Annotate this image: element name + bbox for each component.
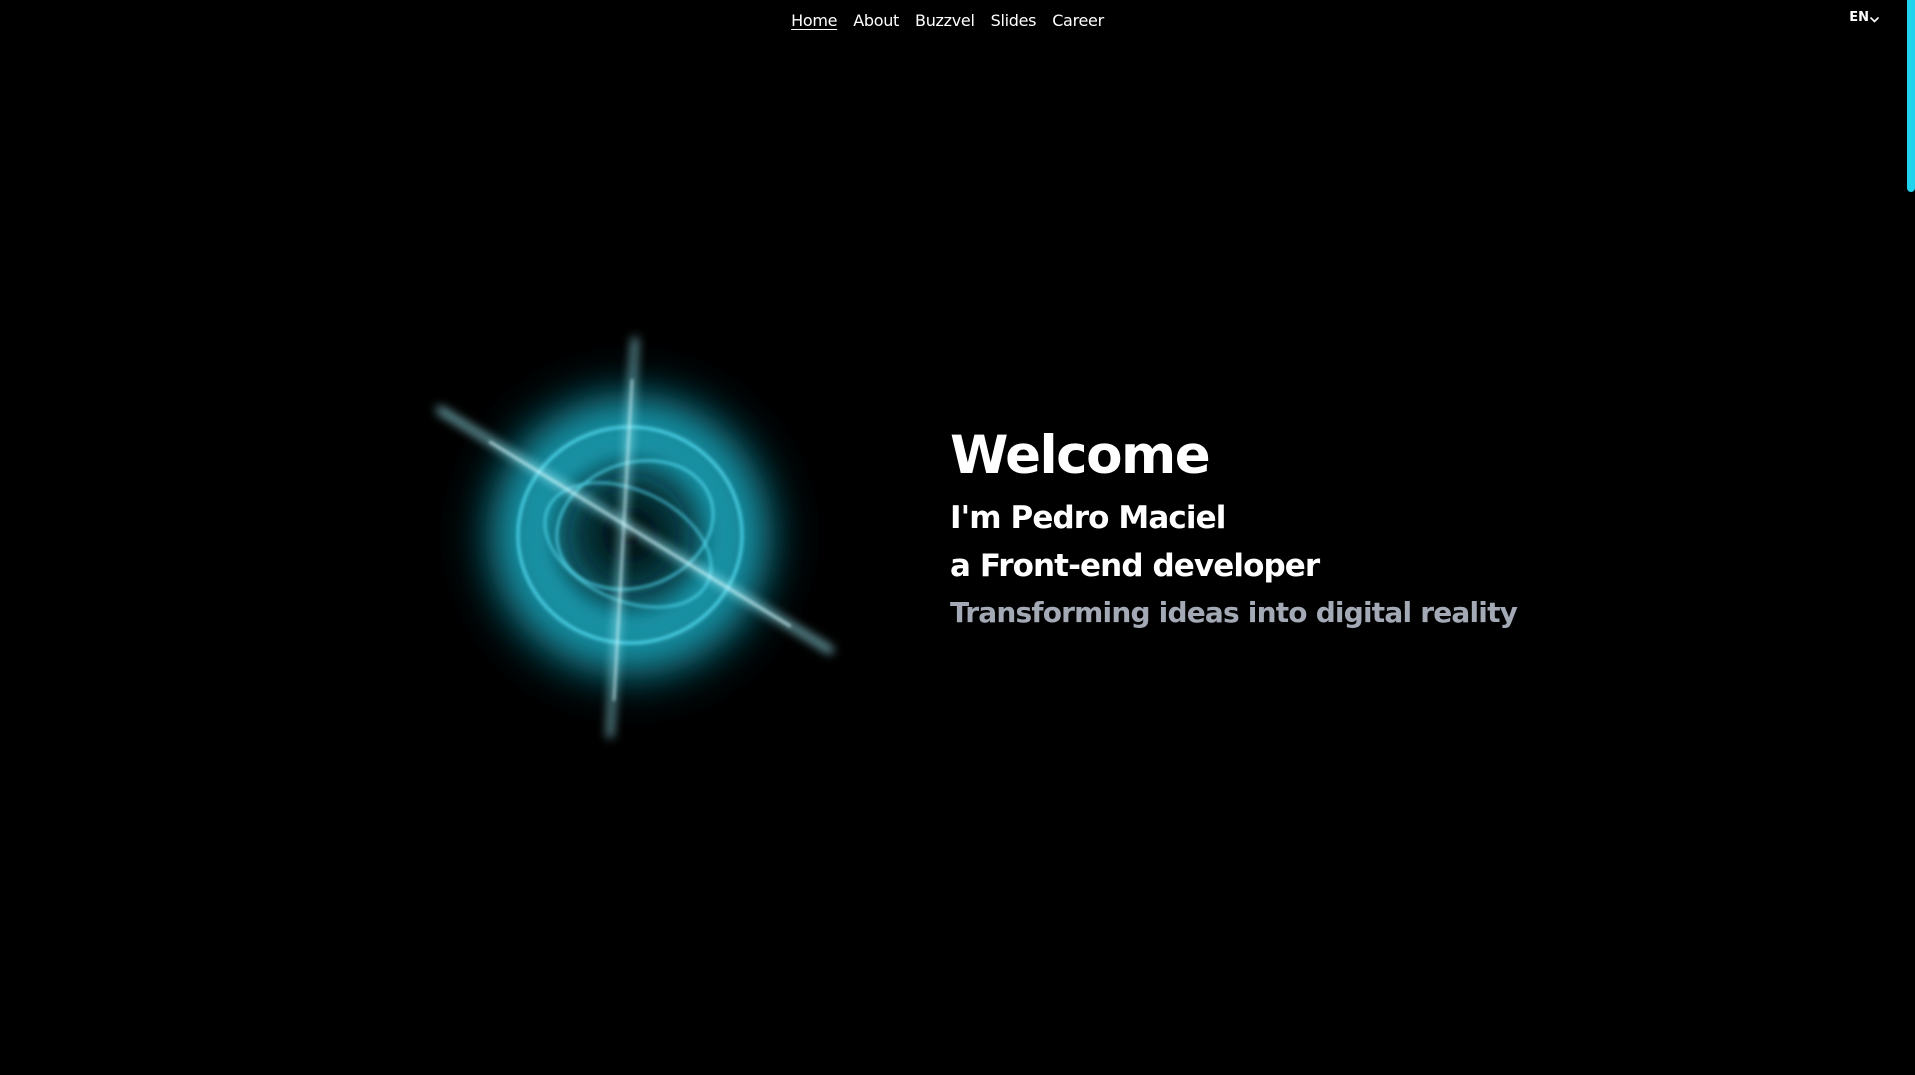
glowing-orb-illustration bbox=[436, 337, 834, 738]
nav-links: Home About Buzzvel Slides Career bbox=[791, 11, 1104, 30]
hero-role: a Front-end developer bbox=[950, 548, 1320, 584]
nav-link-slides[interactable]: Slides bbox=[991, 11, 1037, 30]
language-label: EN bbox=[1849, 10, 1869, 25]
chevron-down-icon bbox=[1870, 17, 1879, 23]
page: Home About Buzzvel Slides Career EN Welc… bbox=[0, 0, 1915, 1075]
hero-section: Welcome I'm Pedro Maciel a Front-end dev… bbox=[950, 418, 1518, 636]
nav-link-home[interactable]: Home bbox=[791, 11, 837, 30]
nav-link-about[interactable]: About bbox=[853, 11, 899, 30]
top-nav: Home About Buzzvel Slides Career bbox=[0, 8, 1895, 32]
hero-title: Welcome bbox=[950, 425, 1211, 486]
language-selector[interactable]: EN bbox=[1849, 10, 1879, 25]
scrollbar-track[interactable] bbox=[1906, 0, 1915, 1075]
hero-tagline: Transforming ideas into digital reality bbox=[950, 596, 1518, 629]
hero-intro: I'm Pedro Maciel bbox=[950, 500, 1226, 536]
nav-link-buzzvel[interactable]: Buzzvel bbox=[915, 11, 975, 30]
scrollbar-thumb[interactable] bbox=[1907, 0, 1915, 192]
nav-link-career[interactable]: Career bbox=[1052, 11, 1104, 30]
